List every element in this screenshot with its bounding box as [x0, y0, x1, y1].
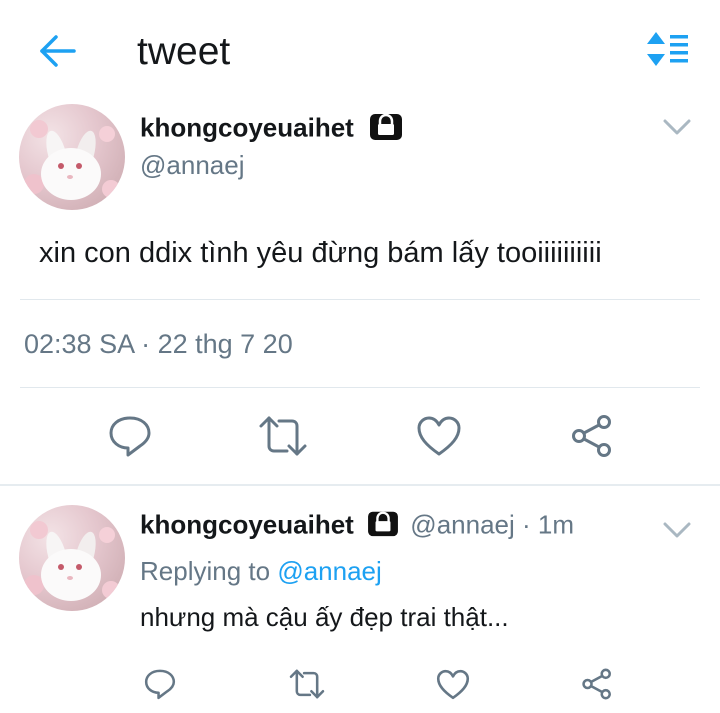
back-button[interactable] [38, 34, 78, 68]
sort-icon [647, 32, 688, 66]
page-title: tweet [137, 30, 231, 73]
reply-button[interactable] [104, 412, 156, 460]
reply-icon [109, 416, 151, 457]
tweet-text: xin con ddix tình yêu đừng bám lấy tooii… [39, 237, 602, 269]
lock-icon [369, 111, 403, 148]
divider [20, 387, 700, 388]
like-icon [417, 416, 461, 456]
retweet-button[interactable] [257, 412, 309, 460]
lock-icon [367, 509, 399, 544]
avatar[interactable] [19, 505, 125, 611]
sort-button[interactable] [646, 30, 690, 70]
display-name-text: khongcoyeuaihet [140, 112, 354, 143]
rabbit-avatar-image [24, 120, 120, 200]
retweet-icon [259, 416, 307, 456]
replying-to: Replying to @annaej [140, 556, 382, 587]
reply-text: nhưng mà cậu ấy đẹp trai thật... [140, 602, 509, 632]
rabbit-avatar-image [24, 521, 120, 601]
divider [20, 299, 700, 300]
share-button[interactable] [566, 412, 618, 460]
retweet-icon [289, 669, 325, 699]
arrow-left-icon [40, 35, 76, 67]
share-button[interactable] [577, 664, 617, 704]
display-name[interactable]: khongcoyeuaihet [140, 111, 403, 148]
user-handle[interactable]: @annaej [140, 150, 244, 181]
user-handle-time: @annaej · 1m [410, 509, 574, 540]
reply-icon [144, 669, 176, 700]
like-icon [436, 669, 470, 699]
share-icon [572, 415, 611, 457]
chevron-down-icon [663, 119, 691, 135]
reply-button[interactable] [140, 664, 180, 704]
like-button[interactable] [413, 412, 465, 460]
avatar[interactable] [19, 104, 125, 210]
section-divider [0, 484, 720, 486]
share-icon [582, 668, 611, 700]
reply-header: khongcoyeuaihet @annaej · 1m [140, 509, 574, 544]
retweet-button[interactable] [286, 664, 328, 704]
more-options-button[interactable] [663, 118, 691, 141]
more-options-button[interactable] [663, 521, 691, 544]
replying-to-mention[interactable]: @annaej [277, 556, 381, 586]
tweet-timestamp: 02:38 SA · 22 thg 7 20 [24, 329, 293, 359]
replying-to-label: Replying to [140, 556, 278, 586]
display-name[interactable]: khongcoyeuaihet [140, 509, 354, 539]
chevron-down-icon [663, 522, 691, 538]
like-button[interactable] [433, 664, 473, 704]
